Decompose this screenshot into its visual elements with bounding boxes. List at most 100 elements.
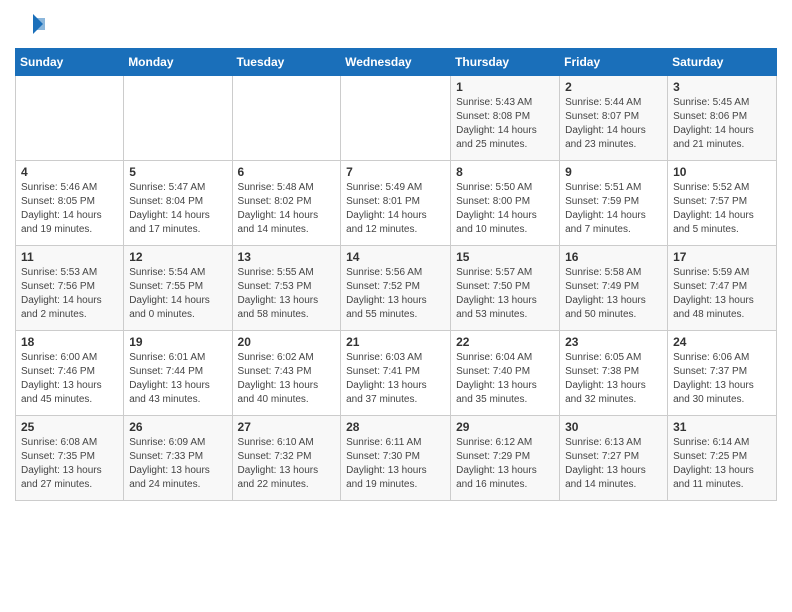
calendar-week: 4 Sunrise: 5:46 AM Sunset: 8:05 PM Daylig… <box>16 161 777 246</box>
calendar-cell: 21 Sunrise: 6:03 AM Sunset: 7:41 PM Dayli… <box>341 331 451 416</box>
day-number: 28 <box>346 420 445 434</box>
day-number: 24 <box>673 335 771 349</box>
day-info: Sunrise: 5:54 AM Sunset: 7:55 PM Dayligh… <box>129 266 226 322</box>
calendar-cell: 25 Sunrise: 6:08 AM Sunset: 7:35 PM Dayli… <box>16 416 124 501</box>
day-number: 30 <box>565 420 662 434</box>
weekday-header: Tuesday <box>232 49 341 76</box>
calendar-week: 11 Sunrise: 5:53 AM Sunset: 7:56 PM Dayli… <box>16 246 777 331</box>
day-info: Sunrise: 6:03 AM Sunset: 7:41 PM Dayligh… <box>346 351 445 407</box>
day-number: 26 <box>129 420 226 434</box>
weekday-header: Wednesday <box>341 49 451 76</box>
day-number: 18 <box>21 335 118 349</box>
day-info: Sunrise: 5:58 AM Sunset: 7:49 PM Dayligh… <box>565 266 662 322</box>
calendar-cell: 11 Sunrise: 5:53 AM Sunset: 7:56 PM Dayli… <box>16 246 124 331</box>
calendar-week: 1 Sunrise: 5:43 AM Sunset: 8:08 PM Daylig… <box>16 76 777 161</box>
weekday-header: Monday <box>124 49 232 76</box>
day-info: Sunrise: 6:02 AM Sunset: 7:43 PM Dayligh… <box>238 351 336 407</box>
day-info: Sunrise: 5:44 AM Sunset: 8:07 PM Dayligh… <box>565 96 662 152</box>
calendar-cell: 7 Sunrise: 5:49 AM Sunset: 8:01 PM Daylig… <box>341 161 451 246</box>
day-number: 13 <box>238 250 336 264</box>
day-number: 9 <box>565 165 662 179</box>
day-number: 4 <box>21 165 118 179</box>
calendar-cell: 5 Sunrise: 5:47 AM Sunset: 8:04 PM Daylig… <box>124 161 232 246</box>
calendar-cell: 22 Sunrise: 6:04 AM Sunset: 7:40 PM Dayli… <box>451 331 560 416</box>
day-number: 1 <box>456 80 554 94</box>
day-number: 6 <box>238 165 336 179</box>
calendar-cell: 14 Sunrise: 5:56 AM Sunset: 7:52 PM Dayli… <box>341 246 451 331</box>
day-info: Sunrise: 6:11 AM Sunset: 7:30 PM Dayligh… <box>346 436 445 492</box>
day-number: 23 <box>565 335 662 349</box>
day-info: Sunrise: 5:56 AM Sunset: 7:52 PM Dayligh… <box>346 266 445 322</box>
calendar-cell: 9 Sunrise: 5:51 AM Sunset: 7:59 PM Daylig… <box>560 161 668 246</box>
calendar-cell <box>232 76 341 161</box>
day-info: Sunrise: 6:00 AM Sunset: 7:46 PM Dayligh… <box>21 351 118 407</box>
day-number: 22 <box>456 335 554 349</box>
logo <box>15 10 49 40</box>
day-info: Sunrise: 5:47 AM Sunset: 8:04 PM Dayligh… <box>129 181 226 237</box>
day-number: 5 <box>129 165 226 179</box>
calendar-cell: 23Sunrise: 6:05 AM Sunset: 7:38 PM Dayli… <box>560 331 668 416</box>
day-info: Sunrise: 5:45 AM Sunset: 8:06 PM Dayligh… <box>673 96 771 152</box>
calendar-cell: 16 Sunrise: 5:58 AM Sunset: 7:49 PM Dayli… <box>560 246 668 331</box>
calendar-cell: 29Sunrise: 6:12 AM Sunset: 7:29 PM Dayli… <box>451 416 560 501</box>
day-number: 8 <box>456 165 554 179</box>
day-info: Sunrise: 6:14 AM Sunset: 7:25 PM Dayligh… <box>673 436 771 492</box>
calendar-week: 18 Sunrise: 6:00 AM Sunset: 7:46 PM Dayli… <box>16 331 777 416</box>
weekday-header: Friday <box>560 49 668 76</box>
calendar-header: SundayMondayTuesdayWednesdayThursdayFrid… <box>16 49 777 76</box>
day-number: 17 <box>673 250 771 264</box>
calendar-cell: 19 Sunrise: 6:01 AM Sunset: 7:44 PM Dayli… <box>124 331 232 416</box>
day-number: 19 <box>129 335 226 349</box>
day-info: Sunrise: 5:50 AM Sunset: 8:00 PM Dayligh… <box>456 181 554 237</box>
calendar-body: 1 Sunrise: 5:43 AM Sunset: 8:08 PM Daylig… <box>16 76 777 501</box>
day-number: 15 <box>456 250 554 264</box>
day-info: Sunrise: 5:53 AM Sunset: 7:56 PM Dayligh… <box>21 266 118 322</box>
calendar-cell: 24 Sunrise: 6:06 AM Sunset: 7:37 PM Dayli… <box>668 331 777 416</box>
day-number: 7 <box>346 165 445 179</box>
calendar-cell: 6 Sunrise: 5:48 AM Sunset: 8:02 PM Daylig… <box>232 161 341 246</box>
calendar-cell: 10Sunrise: 5:52 AM Sunset: 7:57 PM Dayli… <box>668 161 777 246</box>
calendar-week: 25 Sunrise: 6:08 AM Sunset: 7:35 PM Dayli… <box>16 416 777 501</box>
day-number: 12 <box>129 250 226 264</box>
day-info: Sunrise: 6:10 AM Sunset: 7:32 PM Dayligh… <box>238 436 336 492</box>
weekday-header: Thursday <box>451 49 560 76</box>
day-info: Sunrise: 6:06 AM Sunset: 7:37 PM Dayligh… <box>673 351 771 407</box>
calendar-cell: 20 Sunrise: 6:02 AM Sunset: 7:43 PM Dayli… <box>232 331 341 416</box>
day-number: 29 <box>456 420 554 434</box>
day-number: 31 <box>673 420 771 434</box>
day-number: 10 <box>673 165 771 179</box>
calendar-cell <box>124 76 232 161</box>
weekday-row: SundayMondayTuesdayWednesdayThursdayFrid… <box>16 49 777 76</box>
day-info: Sunrise: 5:51 AM Sunset: 7:59 PM Dayligh… <box>565 181 662 237</box>
day-info: Sunrise: 5:55 AM Sunset: 7:53 PM Dayligh… <box>238 266 336 322</box>
day-info: Sunrise: 5:49 AM Sunset: 8:01 PM Dayligh… <box>346 181 445 237</box>
weekday-header: Sunday <box>16 49 124 76</box>
day-number: 2 <box>565 80 662 94</box>
day-number: 20 <box>238 335 336 349</box>
day-info: Sunrise: 5:59 AM Sunset: 7:47 PM Dayligh… <box>673 266 771 322</box>
calendar-cell: 15 Sunrise: 5:57 AM Sunset: 7:50 PM Dayli… <box>451 246 560 331</box>
calendar-cell <box>341 76 451 161</box>
calendar-cell: 8 Sunrise: 5:50 AM Sunset: 8:00 PM Daylig… <box>451 161 560 246</box>
calendar-cell: 27 Sunrise: 6:10 AM Sunset: 7:32 PM Dayli… <box>232 416 341 501</box>
day-info: Sunrise: 5:48 AM Sunset: 8:02 PM Dayligh… <box>238 181 336 237</box>
day-info: Sunrise: 5:43 AM Sunset: 8:08 PM Dayligh… <box>456 96 554 152</box>
calendar-cell: 3Sunrise: 5:45 AM Sunset: 8:06 PM Daylig… <box>668 76 777 161</box>
day-info: Sunrise: 6:01 AM Sunset: 7:44 PM Dayligh… <box>129 351 226 407</box>
day-info: Sunrise: 5:46 AM Sunset: 8:05 PM Dayligh… <box>21 181 118 237</box>
day-info: Sunrise: 6:04 AM Sunset: 7:40 PM Dayligh… <box>456 351 554 407</box>
logo-icon <box>15 10 45 40</box>
day-number: 11 <box>21 250 118 264</box>
day-info: Sunrise: 6:13 AM Sunset: 7:27 PM Dayligh… <box>565 436 662 492</box>
day-number: 27 <box>238 420 336 434</box>
calendar-cell: 4 Sunrise: 5:46 AM Sunset: 8:05 PM Daylig… <box>16 161 124 246</box>
day-info: Sunrise: 6:08 AM Sunset: 7:35 PM Dayligh… <box>21 436 118 492</box>
day-info: Sunrise: 5:57 AM Sunset: 7:50 PM Dayligh… <box>456 266 554 322</box>
day-number: 21 <box>346 335 445 349</box>
day-number: 14 <box>346 250 445 264</box>
calendar-cell: 18 Sunrise: 6:00 AM Sunset: 7:46 PM Dayli… <box>16 331 124 416</box>
calendar-cell: 12 Sunrise: 5:54 AM Sunset: 7:55 PM Dayli… <box>124 246 232 331</box>
calendar-cell: 2 Sunrise: 5:44 AM Sunset: 8:07 PM Daylig… <box>560 76 668 161</box>
day-number: 25 <box>21 420 118 434</box>
day-number: 16 <box>565 250 662 264</box>
